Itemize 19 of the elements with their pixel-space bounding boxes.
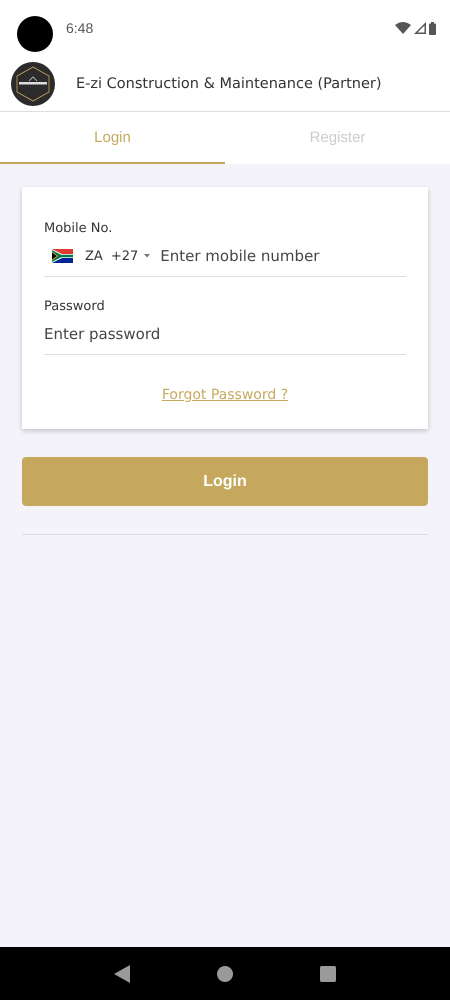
field-label: Password (44, 299, 106, 314)
forgot-password-link[interactable]: Forgot Password ? (162, 387, 288, 403)
recents-icon[interactable] (320, 966, 336, 982)
signal-icon (414, 22, 426, 34)
login-button[interactable]: Login (22, 457, 428, 506)
battery-icon (429, 22, 436, 34)
field-label: Mobile No. (44, 221, 114, 236)
mobile-input[interactable]: Enter mobile number (160, 247, 406, 265)
home-icon[interactable] (216, 966, 233, 982)
app-title: E-zi Construction & Maintenance (Partner) (76, 76, 382, 92)
caret-icon (144, 254, 150, 258)
password-input[interactable]: Enter password (44, 325, 406, 343)
logo-icon (11, 62, 55, 106)
status-time: 6:48 (66, 20, 94, 36)
back-icon[interactable] (114, 964, 130, 982)
camera-cutout (17, 16, 53, 52)
wifi-icon (395, 22, 411, 34)
country-picker[interactable]: ZA +27 (52, 248, 150, 264)
flag-icon (52, 249, 73, 263)
